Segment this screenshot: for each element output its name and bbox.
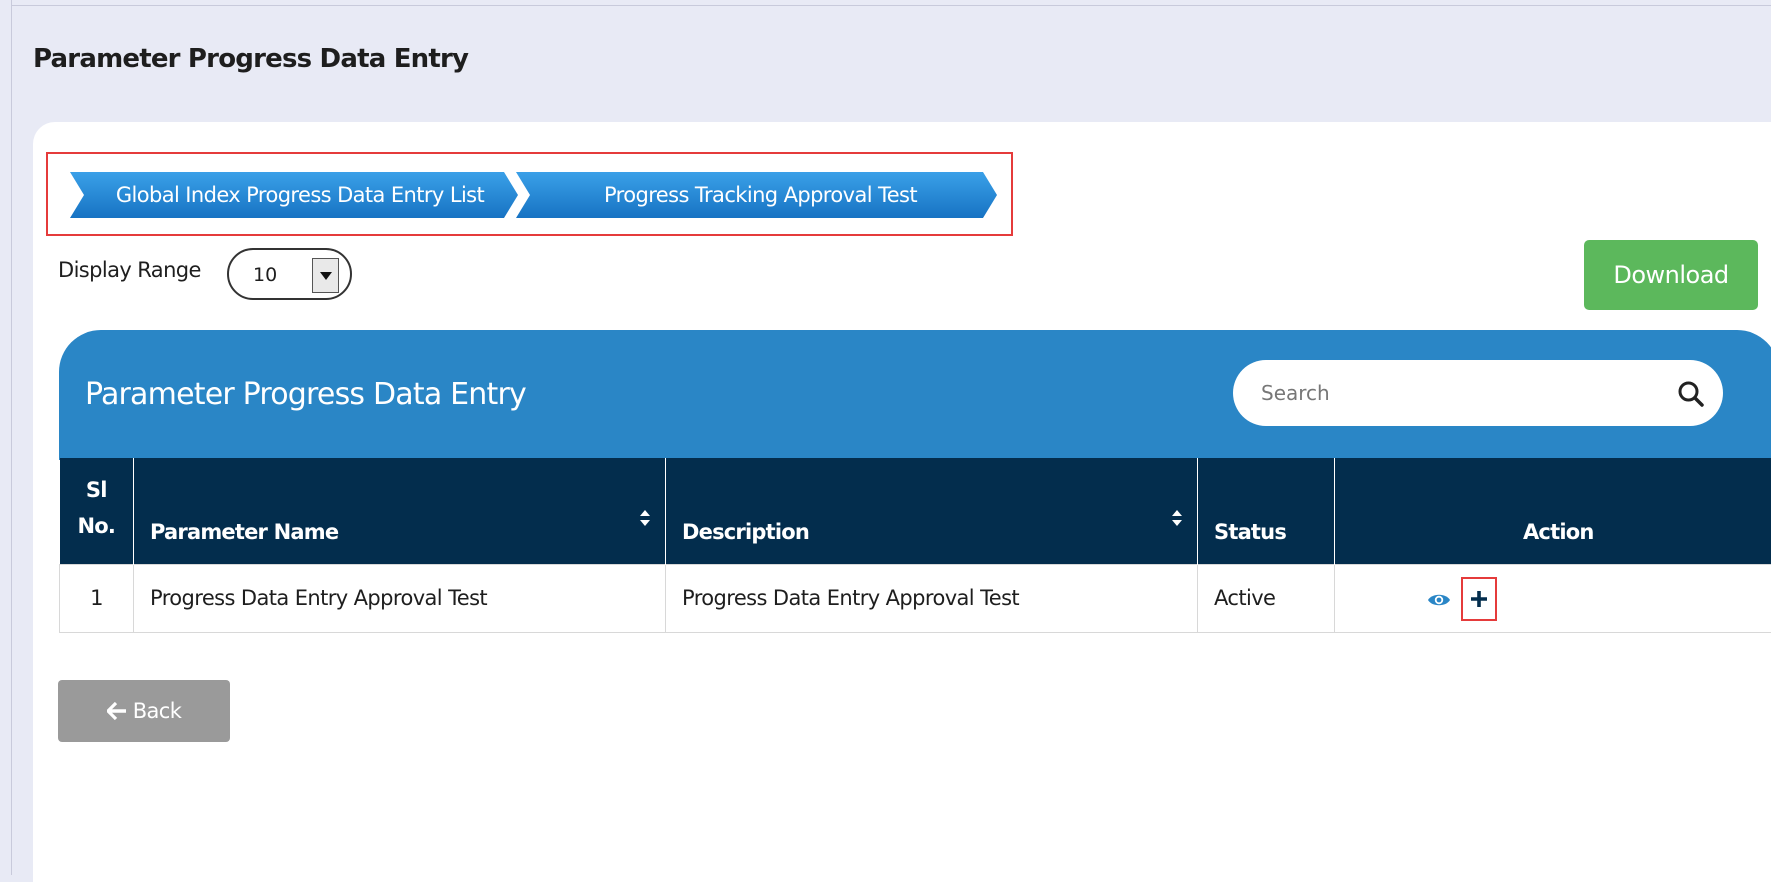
parameter-table: Sl No. Parameter Name Description St [59,458,1771,633]
panel-title: Parameter Progress Data Entry [85,377,526,412]
column-header-action: Action [1335,458,1771,564]
cell-description: Progress Data Entry Approval Test [666,564,1198,632]
sort-icon[interactable] [639,508,651,528]
frame-top-edge [11,5,1771,6]
back-button-label: Back [133,699,182,723]
search-icon[interactable] [1677,380,1705,408]
arrow-left-icon [107,702,127,720]
cell-action [1335,564,1771,632]
column-header-description[interactable]: Description [666,458,1198,564]
column-header-sl-no: Sl No. [60,458,134,564]
column-header-sl-no-line1: Sl [66,472,128,508]
frame-left-edge [11,0,12,875]
search-box [1233,360,1723,426]
breadcrumb-item-index-list[interactable]: Global Index Progress Data Entry List [70,172,518,218]
breadcrumb-item-approval-test[interactable]: Progress Tracking Approval Test [516,172,997,218]
panel-header: Parameter Progress Data Entry [59,330,1771,460]
sort-icon[interactable] [1171,508,1183,528]
cell-parameter-name: Progress Data Entry Approval Test [134,564,666,632]
page-title: Parameter Progress Data Entry [33,44,468,74]
status-badge: Active [1198,564,1335,632]
display-range-select[interactable]: 10 [227,248,352,300]
table-header-row: Sl No. Parameter Name Description St [60,458,1771,564]
column-header-label: Parameter Name [150,520,338,544]
column-header-label: Action [1523,520,1594,544]
table-row: 1 Progress Data Entry Approval Test Prog… [60,564,1771,632]
column-header-sl-no-line2: No. [66,508,128,544]
add-progress-button[interactable] [1461,577,1497,621]
column-header-label: Status [1214,520,1286,544]
parameter-table-panel: Parameter Progress Data Entry Sl No. [59,330,1771,632]
breadcrumb-item-label: Global Index Progress Data Entry List [116,183,484,207]
cell-sl-no: 1 [60,564,134,632]
eye-icon[interactable] [1427,591,1451,609]
display-range-value: 10 [253,264,277,286]
chevron-down-icon[interactable] [312,258,339,293]
display-range-label: Display Range [58,258,201,282]
download-button[interactable]: Download [1584,240,1758,310]
column-header-status: Status [1198,458,1335,564]
column-header-parameter-name[interactable]: Parameter Name [134,458,666,564]
search-input[interactable] [1259,374,1659,412]
plus-icon [1470,590,1488,608]
column-header-label: Description [682,520,809,544]
back-button[interactable]: Back [58,680,230,742]
breadcrumb-item-label: Progress Tracking Approval Test [604,183,917,207]
